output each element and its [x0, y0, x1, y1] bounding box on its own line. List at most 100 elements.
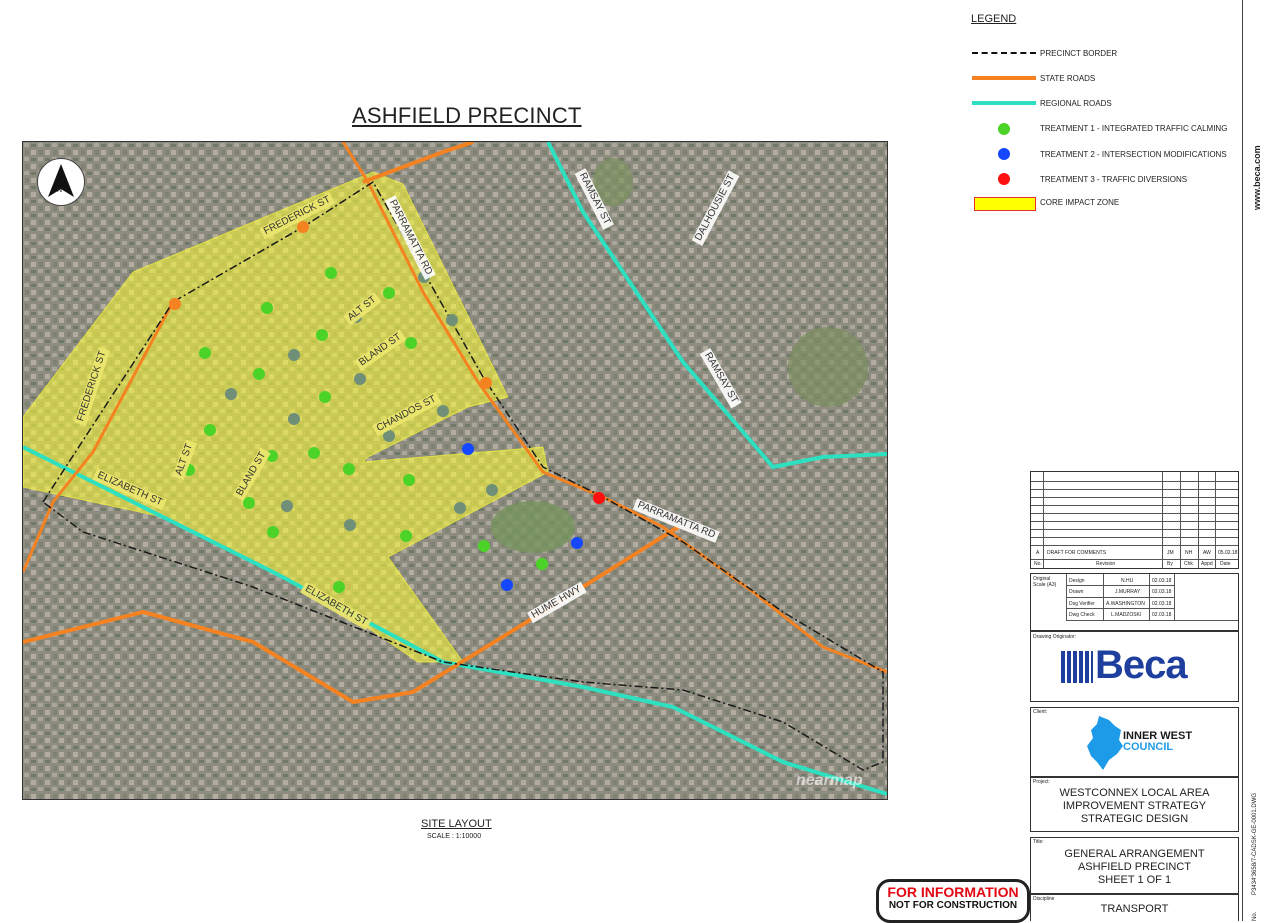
- drawing-file-label: P3434‘3658/7-CADSK-GE-0001.DWG: [1252, 792, 1258, 895]
- rev-header: By: [1167, 561, 1173, 567]
- treatment-1-marker[interactable]: [316, 329, 328, 341]
- treatment-1-marker[interactable]: [343, 463, 355, 475]
- discipline-label: Discipline: [1033, 896, 1055, 902]
- project-line: IMPROVEMENT STRATEGY: [1062, 800, 1207, 812]
- person-name: L.MADZOSKI: [1111, 612, 1142, 618]
- role-label: Dsg Verifier: [1069, 601, 1095, 607]
- discipline-value: TRANSPORT: [1100, 903, 1169, 915]
- border-line: [1242, 0, 1243, 921]
- rev-desc: DRAFT FOR COMMENTS: [1047, 550, 1107, 556]
- intersection-marker[interactable]: [486, 484, 498, 496]
- council-map-icon: [1087, 716, 1123, 770]
- treatment-1-marker[interactable]: [536, 558, 548, 570]
- intersection-marker[interactable]: [354, 373, 366, 385]
- intersection-marker[interactable]: [288, 413, 300, 425]
- rev-appd: AW: [1203, 550, 1211, 556]
- legend-item: REGIONAL ROADS: [1040, 99, 1112, 108]
- treatment-2-marker[interactable]: [462, 443, 474, 455]
- treatment-2-marker[interactable]: [501, 579, 513, 591]
- aerial-map[interactable]: [22, 141, 888, 800]
- site-layout-label: SITE LAYOUT: [421, 818, 492, 830]
- treatment-1-marker[interactable]: [403, 474, 415, 486]
- sign-date: 02.03.18: [1152, 589, 1172, 595]
- drawing-title: ASHFIELD PRECINCT: [352, 103, 582, 128]
- project-block: Project: WESTCONNEX LOCAL AREA IMPROVEME…: [1030, 777, 1239, 832]
- originator-label: Drawing Originator:: [1033, 634, 1077, 640]
- title-label: Title:: [1033, 839, 1044, 845]
- treatment-1-marker[interactable]: [243, 497, 255, 509]
- green-dot-icon: [998, 123, 1010, 135]
- treatment-3-marker[interactable]: [593, 492, 605, 504]
- intersection-marker[interactable]: [281, 500, 293, 512]
- north-arrow-icon: [37, 158, 85, 206]
- intersection-marker[interactable]: [344, 519, 356, 531]
- sign-date: 02.03.18: [1152, 578, 1172, 584]
- rev-date: 05.02.18: [1218, 550, 1238, 556]
- legend-item: PRECINCT BORDER: [1040, 49, 1118, 58]
- intersection-marker[interactable]: [225, 388, 237, 400]
- rev-no: A: [1036, 550, 1040, 556]
- intersection-marker[interactable]: [454, 502, 466, 514]
- beca-logo-icon: [1061, 651, 1093, 683]
- treatment-1-marker[interactable]: [325, 267, 337, 279]
- project-label: Project:: [1033, 779, 1050, 785]
- role-label: Drawn: [1069, 589, 1084, 595]
- treatment-1-marker[interactable]: [199, 347, 211, 359]
- treatment-1-marker[interactable]: [383, 287, 395, 299]
- role-label: Dwg Check: [1069, 612, 1095, 618]
- rev-header: Appd: [1201, 561, 1213, 567]
- state-road-node-marker[interactable]: [169, 298, 181, 310]
- rev-chk: NH: [1185, 550, 1193, 556]
- treatment-1-marker[interactable]: [400, 530, 412, 542]
- blue-dot-icon: [998, 148, 1010, 160]
- legend-item: TREATMENT 1 - INTEGRATED TRAFFIC CALMING: [1040, 124, 1228, 133]
- rev-by: JM: [1167, 550, 1174, 556]
- core-zone-swatch: [974, 197, 1036, 211]
- treatment-1-marker[interactable]: [267, 526, 279, 538]
- treatment-1-marker[interactable]: [405, 337, 417, 349]
- rev-header: No.: [1034, 561, 1042, 567]
- signoff-block: Original Scale (A3) Design N.HU 02.03.18…: [1030, 573, 1239, 631]
- treatment-1-marker[interactable]: [204, 424, 216, 436]
- treatment-2-marker[interactable]: [571, 537, 583, 549]
- intersection-marker[interactable]: [288, 349, 300, 361]
- treatment-1-marker[interactable]: [319, 391, 331, 403]
- client-block: Client: INNER WEST COUNCIL: [1030, 707, 1239, 777]
- legend-title: LEGEND: [971, 13, 1017, 25]
- treatment-1-marker[interactable]: [308, 447, 320, 459]
- state-road-node-marker[interactable]: [297, 221, 309, 233]
- rev-header: Revision: [1096, 561, 1116, 567]
- project-line: STRATEGIC DESIGN: [1080, 813, 1189, 825]
- beca-logo-text: Beca: [1095, 643, 1188, 687]
- originator-block: Drawing Originator: Beca: [1030, 631, 1239, 702]
- client-label: Client:: [1033, 709, 1048, 715]
- treatment-1-marker[interactable]: [261, 302, 273, 314]
- regional-road-swatch: [972, 101, 1036, 105]
- sign-date: 02.03.18: [1152, 601, 1172, 607]
- title-line: GENERAL ARRANGEMENT: [1064, 848, 1205, 860]
- sign-date: 02.03.18: [1152, 612, 1172, 618]
- state-road-node-marker[interactable]: [480, 377, 492, 389]
- park-area: [788, 327, 868, 407]
- title-line: SHEET 1 OF 1: [1097, 874, 1172, 886]
- precinct-border-swatch: [972, 52, 1036, 54]
- park-area: [491, 501, 575, 553]
- title-line: ASHFIELD PRECINCT: [1077, 861, 1192, 873]
- legend-item: CORE IMPACT ZONE: [1040, 198, 1120, 207]
- stamp-line1: FOR INFORMATION: [887, 884, 1019, 900]
- rev-header: Chk: [1184, 561, 1193, 567]
- scale-label: SCALE : 1:10000: [427, 833, 482, 840]
- legend-item: STATE ROADS: [1040, 74, 1096, 83]
- map-canvas: [23, 142, 887, 799]
- discipline-block: Discipline TRANSPORT: [1030, 894, 1239, 921]
- treatment-1-marker[interactable]: [253, 368, 265, 380]
- treatment-1-marker[interactable]: [478, 540, 490, 552]
- intersection-marker[interactable]: [437, 405, 449, 417]
- person-name: A.WASHINGTON: [1106, 601, 1145, 607]
- title-block: Title: GENERAL ARRANGEMENT ASHFIELD PREC…: [1030, 837, 1239, 894]
- number-label: No.: [1252, 911, 1258, 921]
- treatment-1-marker[interactable]: [333, 581, 345, 593]
- intersection-marker[interactable]: [446, 314, 458, 326]
- rev-header: Date: [1220, 561, 1231, 567]
- project-line: WESTCONNEX LOCAL AREA: [1059, 787, 1210, 799]
